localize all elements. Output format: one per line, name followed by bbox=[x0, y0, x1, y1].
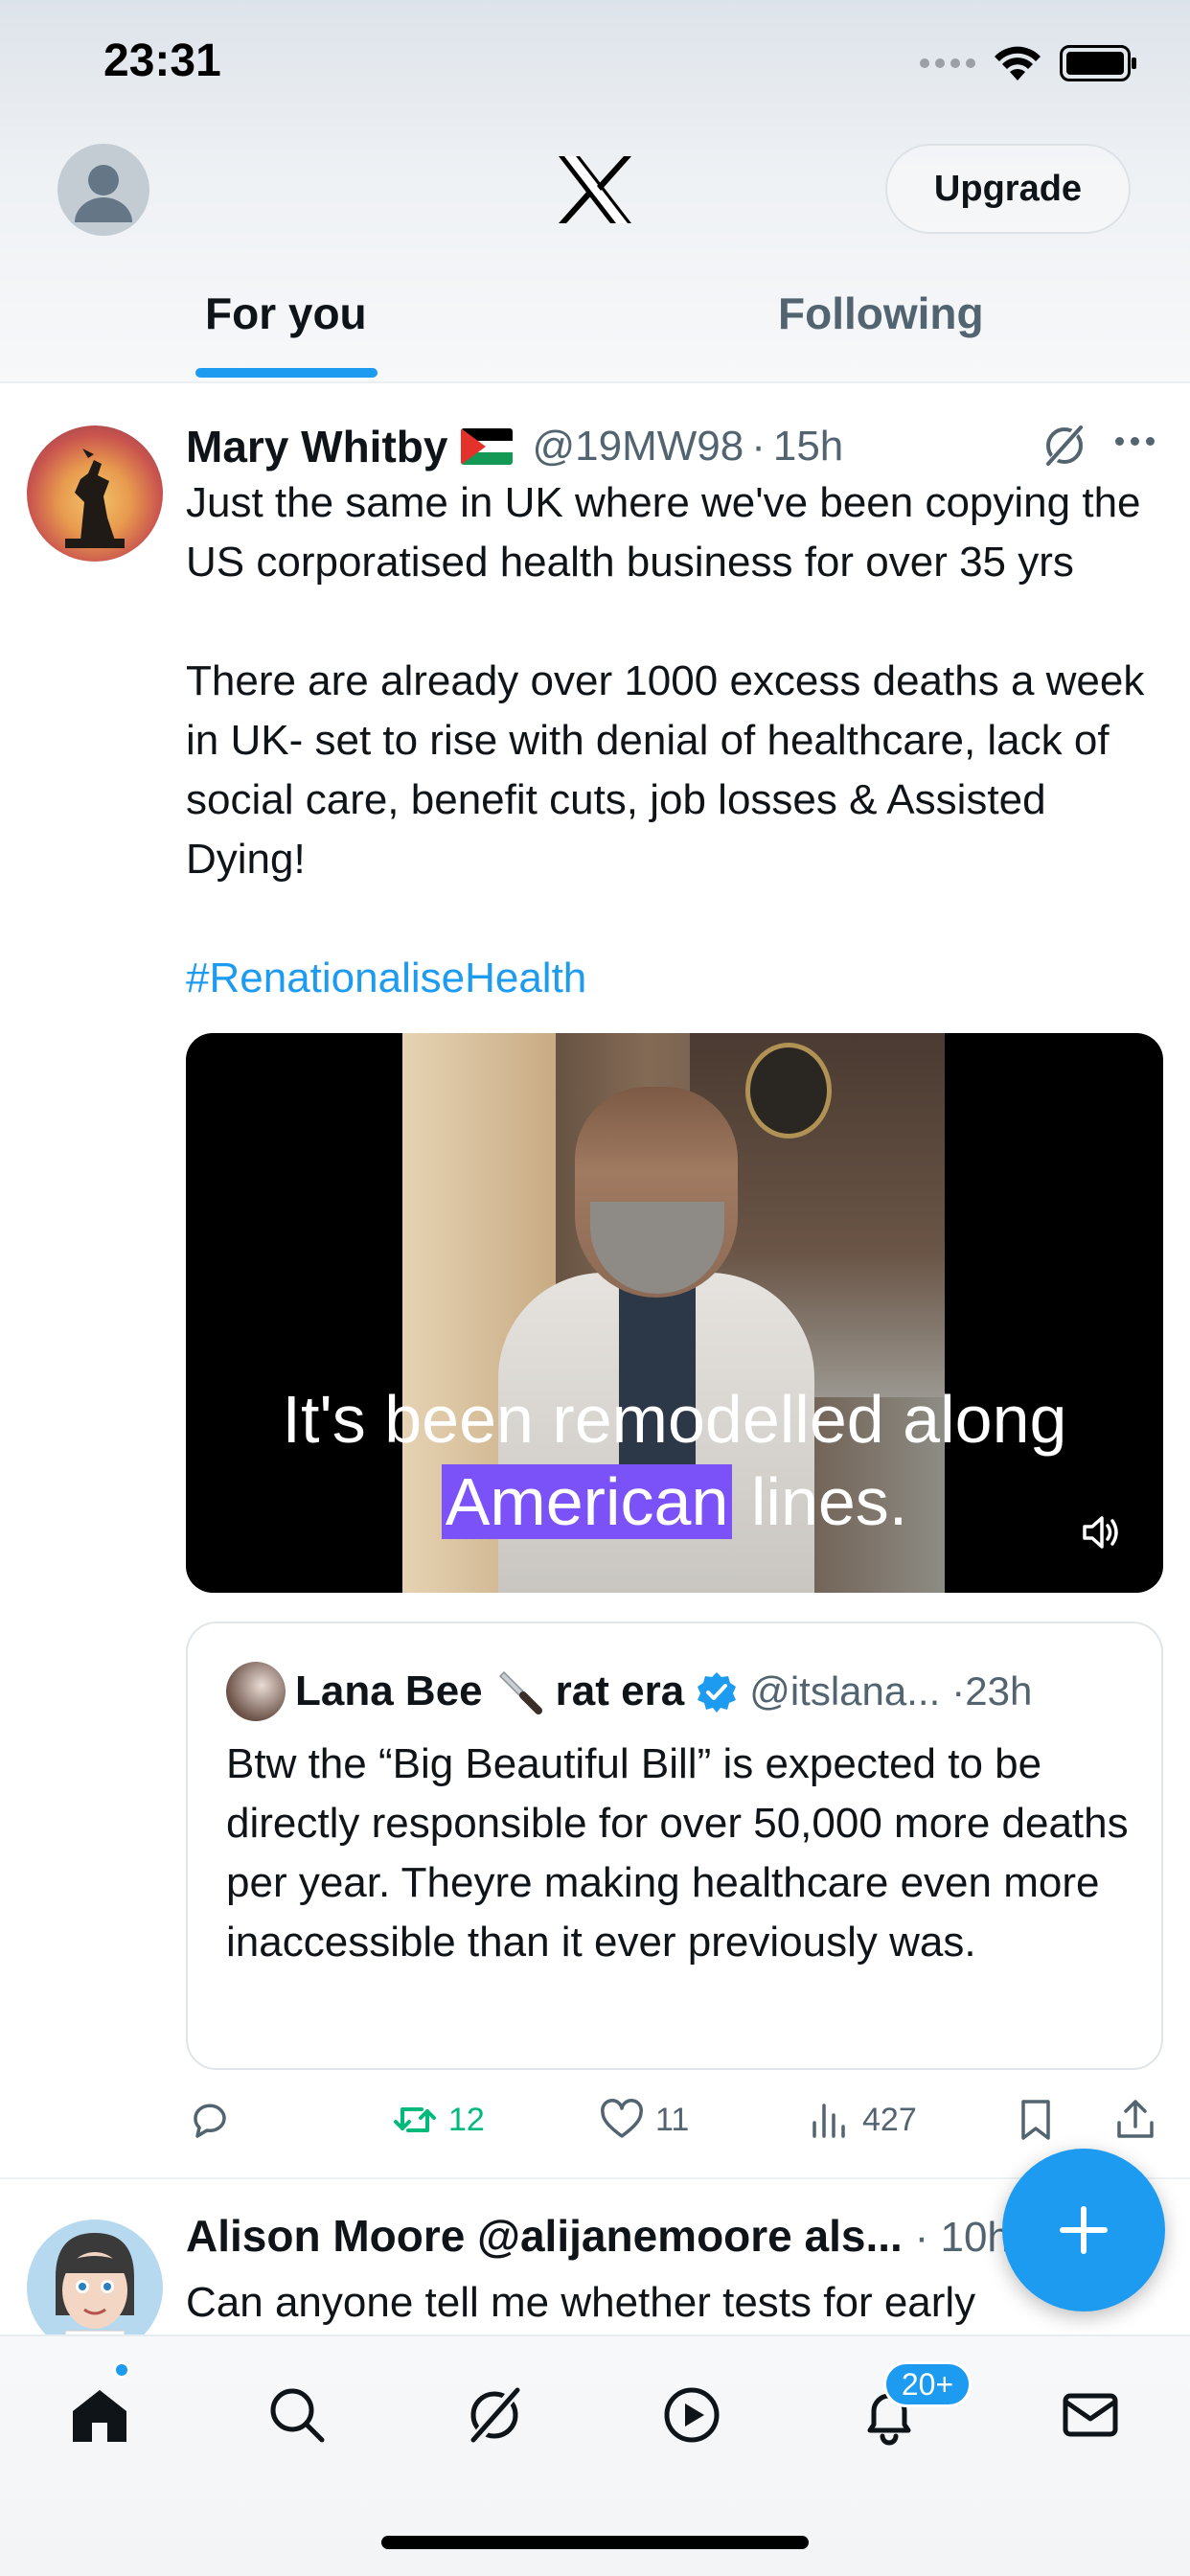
views-icon bbox=[812, 2104, 845, 2138]
video-icon bbox=[664, 2387, 720, 2443]
x-logo-icon bbox=[559, 156, 631, 223]
quoted-tweet-text: Btw the “Big Beautiful Bill” is expected… bbox=[226, 1740, 1129, 1966]
views-count: 427 bbox=[862, 2101, 917, 2138]
repost-button[interactable]: 12 bbox=[391, 2091, 485, 2149]
mail-icon bbox=[1063, 2393, 1118, 2437]
liver-bird-image bbox=[65, 448, 125, 548]
home-unread-dot bbox=[113, 2361, 130, 2379]
video-player[interactable]: It's been remodelled along American line… bbox=[186, 1033, 1163, 1593]
home-icon bbox=[73, 2390, 126, 2442]
separator-dot: · bbox=[751, 423, 766, 470]
home-indicator[interactable] bbox=[381, 2536, 809, 2549]
like-icon bbox=[601, 2099, 643, 2138]
caption-highlight: American bbox=[441, 1464, 733, 1539]
quoted-author-name: Lana Bee bbox=[295, 1668, 483, 1714]
quoted-tweet-time: 23h bbox=[965, 1668, 1033, 1714]
caption-rest: lines. bbox=[732, 1464, 908, 1539]
hashtag-link[interactable]: #RenationaliseHealth bbox=[186, 949, 586, 1008]
video-caption: It's been remodelled along American line… bbox=[186, 1378, 1163, 1543]
more-icon[interactable] bbox=[1115, 437, 1155, 446]
active-tab-indicator bbox=[195, 368, 378, 378]
status-icons bbox=[920, 42, 1136, 84]
next-tweet-time: · 10h bbox=[914, 2214, 1011, 2261]
quoted-author-handle: @itslana... bbox=[749, 1668, 941, 1714]
author-avatar[interactable] bbox=[27, 426, 163, 562]
nav-messages[interactable] bbox=[1050, 2375, 1131, 2455]
tweet-text: Just the same in UK where we've been cop… bbox=[186, 479, 1145, 883]
signal-dots-icon bbox=[920, 58, 975, 68]
tweet[interactable]: Mary Whitby @19MW98 · 15h Just the same … bbox=[0, 387, 1190, 2179]
reply-icon bbox=[194, 2104, 226, 2138]
caption-line-1: It's been remodelled along bbox=[282, 1382, 1067, 1457]
next-author[interactable]: Alison Moore @alijanemoore als... bbox=[186, 2211, 903, 2261]
like-count: 11 bbox=[655, 2101, 690, 2138]
grok-nav-icon bbox=[470, 2386, 520, 2444]
bookmark-button[interactable] bbox=[1012, 2091, 1060, 2149]
nav-home[interactable] bbox=[59, 2375, 140, 2455]
author-name[interactable]: Mary Whitby bbox=[186, 421, 447, 472]
quoted-author-avatar bbox=[226, 1662, 286, 1721]
wifi-icon bbox=[995, 46, 1041, 80]
nav-video[interactable] bbox=[652, 2375, 732, 2455]
knife-emoji-icon bbox=[498, 1670, 542, 1714]
status-time: 23:31 bbox=[103, 35, 221, 86]
reply-button[interactable] bbox=[186, 2091, 234, 2149]
next-tweet-text: Can anyone tell me whether tests for ear… bbox=[186, 2279, 976, 2326]
palestine-flag-icon bbox=[461, 428, 514, 465]
share-icon bbox=[1117, 2100, 1154, 2138]
tweet-header: Mary Whitby @19MW98 · 15h bbox=[186, 416, 843, 477]
share-button[interactable] bbox=[1111, 2091, 1159, 2149]
tweet-time: 15h bbox=[772, 423, 844, 470]
battery-icon bbox=[1060, 45, 1136, 81]
cartoon-avatar-image bbox=[56, 2233, 134, 2334]
like-button[interactable]: 11 bbox=[598, 2091, 689, 2149]
repost-count: 12 bbox=[448, 2101, 485, 2138]
x-logo[interactable] bbox=[554, 151, 636, 228]
verified-icon bbox=[698, 1672, 737, 1713]
quoted-tweet-header: Lana Bee rat era @itslana... · 23h bbox=[295, 1658, 1032, 1725]
author-handle[interactable]: @19MW98 bbox=[532, 423, 744, 471]
nav-grok[interactable] bbox=[454, 2375, 535, 2455]
compose-plus-icon bbox=[1060, 2206, 1108, 2254]
tweet-actions: 12 11 427 bbox=[186, 2091, 1182, 2149]
notifications-badge: 20+ bbox=[883, 2361, 972, 2407]
quoted-separator: · bbox=[951, 1668, 966, 1714]
tab-for-you[interactable]: For you bbox=[205, 288, 367, 339]
default-avatar-icon bbox=[75, 165, 132, 222]
grok-icon[interactable] bbox=[1041, 422, 1088, 470]
views-button[interactable]: 427 bbox=[805, 2091, 917, 2149]
compose-button[interactable] bbox=[1002, 2149, 1165, 2312]
nav-search[interactable] bbox=[257, 2375, 337, 2455]
repost-icon bbox=[394, 2107, 436, 2132]
caption-line-2: American lines. bbox=[186, 1460, 1163, 1543]
top-header: 23:31 Upgrade For you Following bbox=[0, 0, 1190, 383]
next-tweet-header: Alison Moore @alijanemoore als... · 10h bbox=[186, 2210, 1011, 2262]
bookmark-icon bbox=[1021, 2100, 1050, 2140]
next-author-avatar[interactable] bbox=[27, 2220, 163, 2334]
quoted-author-name-suffix: rat era bbox=[555, 1668, 685, 1714]
quoted-tweet[interactable]: Lana Bee rat era @itslana... · 23h Btw t… bbox=[186, 1622, 1163, 2070]
tab-following[interactable]: Following bbox=[778, 288, 984, 339]
upgrade-button[interactable]: Upgrade bbox=[885, 144, 1131, 234]
profile-avatar[interactable] bbox=[57, 144, 149, 236]
volume-icon[interactable] bbox=[1079, 1510, 1123, 1554]
search-icon bbox=[270, 2388, 325, 2443]
